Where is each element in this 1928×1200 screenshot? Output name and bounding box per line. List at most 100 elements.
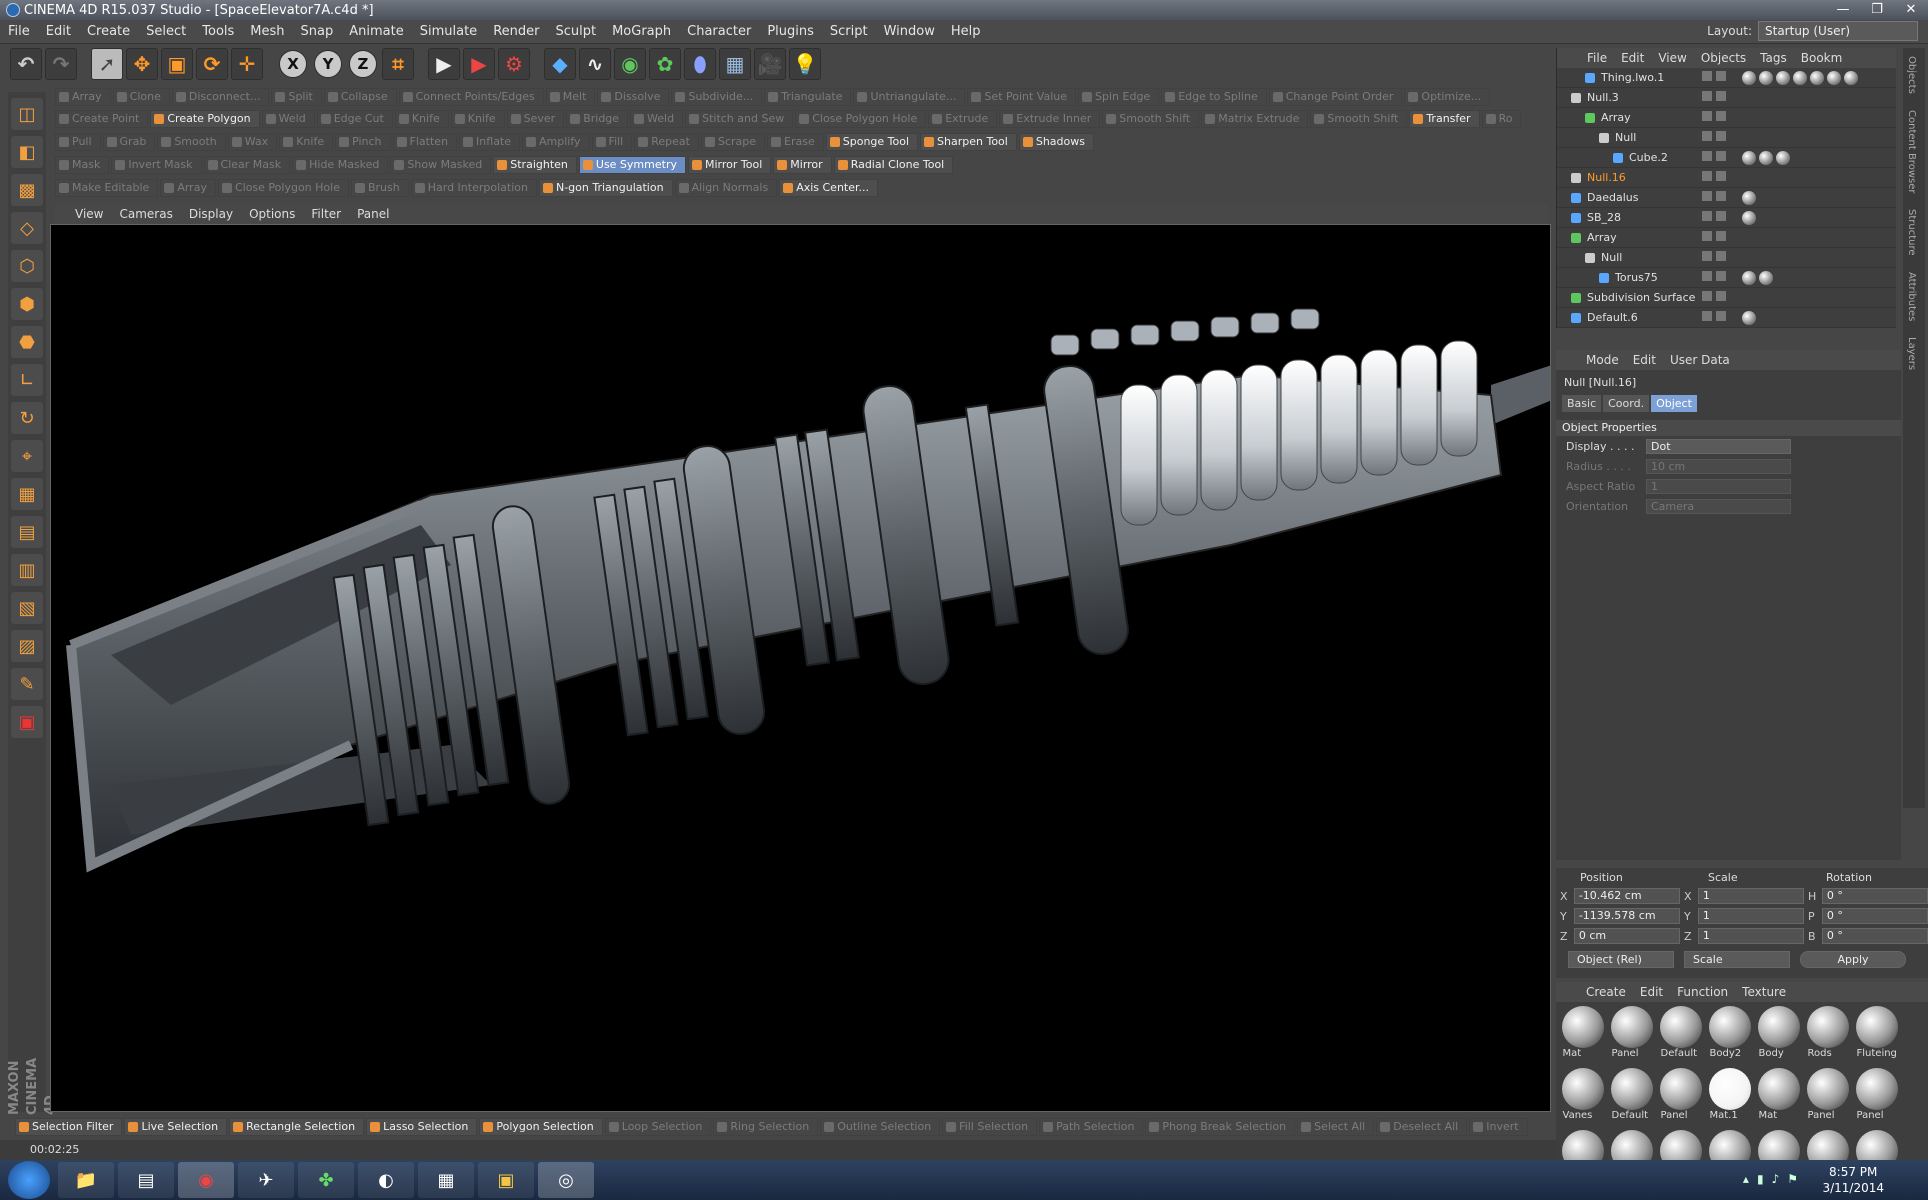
scale-field[interactable]: 1 <box>1697 908 1804 924</box>
editor-visibility-icon[interactable] <box>1702 70 1712 81</box>
side-tab[interactable]: Structure <box>1903 201 1920 264</box>
selection-tool-button[interactable]: Selection Filter <box>15 1118 123 1136</box>
object-tree-row[interactable]: SB_28 <box>1557 208 1896 228</box>
material-swatch[interactable]: Panel <box>1656 1068 1705 1130</box>
visibility-flags[interactable] <box>1702 310 1742 325</box>
material-tag-icon[interactable] <box>1742 190 1756 205</box>
command-button[interactable]: Erase <box>767 133 824 151</box>
object-tree-row[interactable]: Null.3 <box>1557 88 1896 108</box>
model-mode-icon[interactable]: ◧ <box>11 136 43 168</box>
locked-workplane-icon[interactable]: ▥ <box>11 554 43 586</box>
material-swatch[interactable]: Panel <box>1852 1068 1901 1130</box>
command-button[interactable]: Smooth Shift <box>1102 110 1200 128</box>
material-tag-icon[interactable] <box>1810 70 1824 85</box>
object-tree-row[interactable]: Null.16 <box>1557 168 1896 188</box>
viewport-menu-filter[interactable]: Filter <box>311 207 341 221</box>
command-button[interactable]: Mirror Tool <box>687 156 772 174</box>
editor-visibility-icon[interactable] <box>1702 130 1712 141</box>
menu-plugins[interactable]: Plugins <box>759 20 822 44</box>
menu-character[interactable]: Character <box>679 20 759 44</box>
polygons-mode-icon[interactable]: ⬣ <box>11 326 43 358</box>
coordinate-system-icon[interactable]: ⌗ <box>382 48 414 80</box>
command-button[interactable]: Flatten <box>392 133 458 151</box>
selection-tool-button[interactable]: Live Selection <box>124 1118 228 1136</box>
side-tab[interactable]: Layers <box>1903 329 1920 378</box>
command-button[interactable]: Array <box>55 88 111 106</box>
apply-button[interactable]: Apply <box>1800 951 1906 968</box>
render-visibility-icon[interactable] <box>1716 150 1726 161</box>
texture-mode-icon[interactable]: ▩ <box>11 174 43 206</box>
command-button[interactable]: Shadows <box>1018 133 1094 151</box>
command-button[interactable]: Inflate <box>459 133 521 151</box>
editor-visibility-icon[interactable] <box>1702 110 1712 121</box>
menu-snap[interactable]: Snap <box>293 20 342 44</box>
pen-spline-icon[interactable]: ∿ <box>579 48 611 80</box>
editor-visibility-icon[interactable] <box>1702 150 1712 161</box>
command-button[interactable]: Clear Mask <box>203 156 291 174</box>
scale-field[interactable]: 1 <box>1697 888 1804 904</box>
visibility-flags[interactable] <box>1702 130 1742 145</box>
command-button[interactable]: Scrape <box>700 133 766 151</box>
app-taskbar-icon[interactable]: ✈ <box>238 1162 294 1198</box>
command-button[interactable]: Brush <box>350 179 409 197</box>
command-button[interactable]: Radial Clone Tool <box>833 156 954 174</box>
editor-visibility-icon[interactable] <box>1702 190 1712 201</box>
layout-icon[interactable]: ▣ <box>11 706 43 738</box>
material-swatch[interactable]: Fluteing <box>1852 1006 1901 1068</box>
visibility-flags[interactable] <box>1702 110 1742 125</box>
command-button[interactable]: Edge to Spline <box>1161 88 1267 106</box>
layout-dropdown[interactable]: Startup (User) <box>1758 21 1918 41</box>
selection-tool-button[interactable]: Invert <box>1469 1118 1528 1136</box>
material-tag-icon[interactable] <box>1793 70 1807 85</box>
object-menu-item[interactable]: File <box>1587 51 1607 65</box>
command-button[interactable]: Untriangulate... <box>853 88 966 106</box>
app-taskbar-icon[interactable]: ▤ <box>118 1162 174 1198</box>
render-visibility-icon[interactable] <box>1716 110 1726 121</box>
volume-icon[interactable]: ♪ <box>1772 1172 1780 1186</box>
rotation-field[interactable]: 0 ° <box>1821 908 1928 924</box>
selection-tool-button[interactable]: Fill Selection <box>942 1118 1038 1136</box>
material-swatch[interactable]: Body <box>1754 1006 1803 1068</box>
move-icon[interactable]: ✥ <box>126 48 158 80</box>
command-button[interactable]: Fill <box>591 133 633 151</box>
command-button[interactable]: Pinch <box>335 133 391 151</box>
command-button[interactable]: Set Point Value <box>967 88 1077 106</box>
redo-icon[interactable]: ↷ <box>45 48 77 80</box>
command-button[interactable]: Repeat <box>634 133 699 151</box>
scale-icon[interactable]: ▣ <box>161 48 193 80</box>
edges-mode-icon[interactable]: ⬢ <box>11 288 43 320</box>
object-tree-row[interactable]: Null <box>1557 128 1896 148</box>
material-swatch[interactable]: Panel <box>1803 1068 1852 1130</box>
command-button[interactable]: Triangulate <box>764 88 852 106</box>
command-button[interactable]: Collapse <box>323 88 397 106</box>
render-visibility-icon[interactable] <box>1716 290 1726 301</box>
command-button[interactable]: Change Point Order <box>1268 88 1403 106</box>
selection-tool-button[interactable]: Polygon Selection <box>479 1118 603 1136</box>
position-field[interactable]: -10.462 cm <box>1573 888 1680 904</box>
render-visibility-icon[interactable] <box>1716 70 1726 81</box>
flag-icon[interactable]: ⚑ <box>1787 1172 1798 1186</box>
command-button[interactable]: Knife <box>450 110 505 128</box>
object-tree-row[interactable]: Cube.2 <box>1557 148 1896 168</box>
maximize-button[interactable]: ❐ <box>1860 0 1894 20</box>
selection-tool-button[interactable]: Phong Break Selection <box>1145 1118 1296 1136</box>
attribute-tab[interactable]: Basic <box>1562 395 1602 412</box>
explorer-taskbar-icon[interactable]: 📁 <box>58 1162 114 1198</box>
selection-tool-button[interactable]: Outline Selection <box>820 1118 941 1136</box>
render-settings-icon[interactable]: ⚙ <box>498 48 530 80</box>
command-button[interactable]: Sharpen Tool <box>920 133 1017 151</box>
attribute-tab[interactable]: Coord. <box>1603 395 1650 412</box>
object-tree-row[interactable]: Daedalus <box>1557 188 1896 208</box>
command-button[interactable]: N-gon Triangulation <box>538 179 673 197</box>
visibility-flags[interactable] <box>1702 210 1742 225</box>
axis-mode-icon[interactable]: ∟ <box>11 364 43 396</box>
selection-tool-button[interactable]: Select All <box>1297 1118 1375 1136</box>
perspective-viewport[interactable] <box>50 224 1551 1112</box>
workplane-lock-icon[interactable]: ▦ <box>11 478 43 510</box>
material-swatch[interactable]: Mat.1 <box>1705 1068 1754 1130</box>
attribute-menu-item[interactable]: Mode <box>1586 353 1619 367</box>
object-tree-row[interactable]: Default.6 <box>1557 308 1896 328</box>
command-button[interactable]: Create Point <box>55 110 149 128</box>
menu-simulate[interactable]: Simulate <box>412 20 485 44</box>
command-button[interactable]: Use Symmetry <box>578 156 686 174</box>
